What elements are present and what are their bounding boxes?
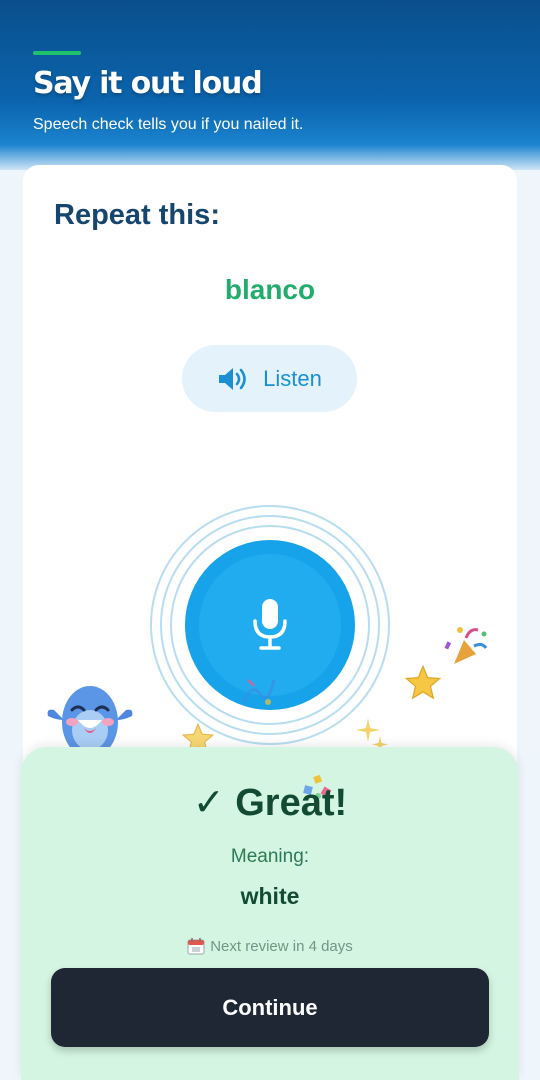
- result-heading: ✓ Great!: [192, 782, 348, 824]
- microphone-icon: [253, 599, 287, 650]
- header-accent-bar: [33, 51, 81, 55]
- listen-label: Listen: [263, 365, 322, 391]
- prompt-label: Repeat this:: [54, 199, 220, 231]
- meaning-label: Meaning:: [230, 846, 310, 867]
- continue-button[interactable]: Continue: [51, 968, 489, 1047]
- next-review-text: Next review in 4 days: [210, 937, 353, 955]
- meaning-value: white: [240, 883, 300, 909]
- speaker-icon: [219, 367, 246, 390]
- star-icon: [404, 664, 442, 700]
- confetti-icon: [242, 678, 276, 705]
- target-word: blanco: [224, 274, 316, 305]
- calendar-icon: [187, 938, 205, 955]
- page-title: Say it out loud: [33, 66, 263, 101]
- page-subtitle: Speech check tells you if you nailed it.: [33, 116, 304, 133]
- party-popper-icon: [444, 627, 488, 664]
- next-review-info: Next review in 4 days: [0, 937, 540, 955]
- listen-button[interactable]: Listen: [182, 345, 357, 412]
